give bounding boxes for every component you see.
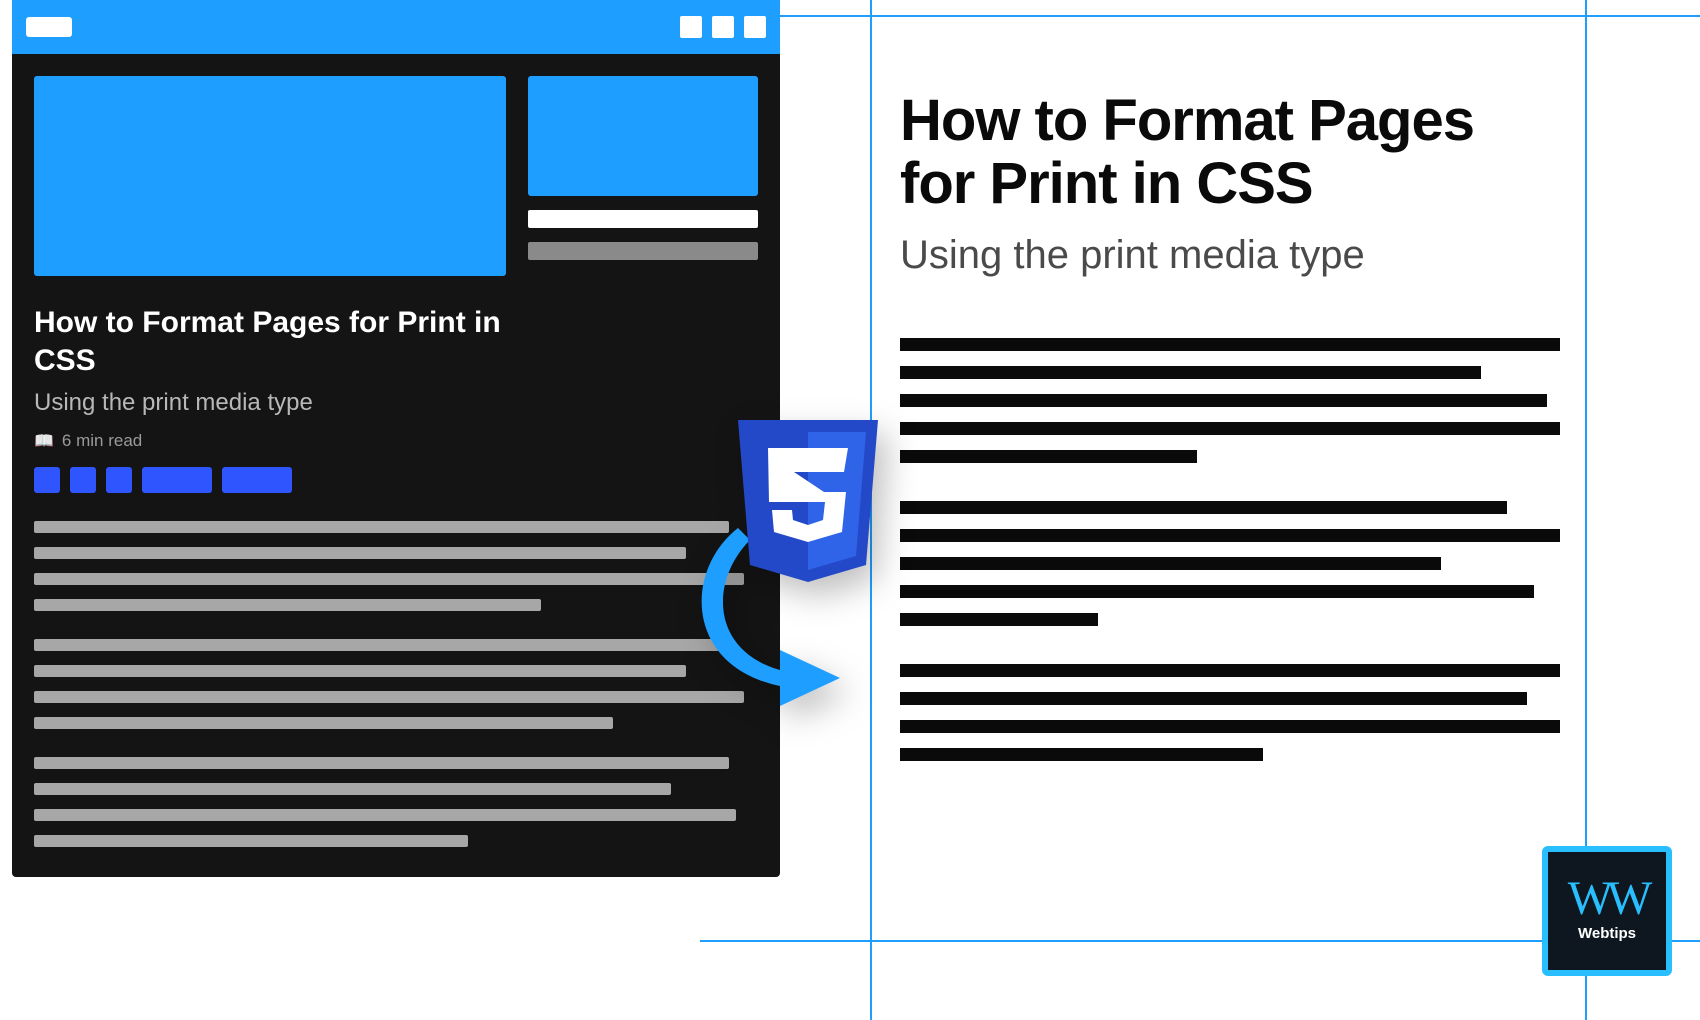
window-control-icon <box>680 16 702 38</box>
paragraph-placeholder <box>34 639 758 729</box>
sidebar-line-placeholder <box>528 210 758 228</box>
article-subtitle: Using the print media type <box>34 389 758 417</box>
window-controls <box>680 16 766 38</box>
guide-line <box>700 15 1700 17</box>
logo-label: Webtips <box>1578 925 1636 942</box>
logo-mark: WW <box>1568 880 1647 918</box>
print-paragraph-placeholder <box>900 664 1560 761</box>
sidebar-thumb-placeholder <box>528 76 758 196</box>
paragraph-placeholder <box>34 521 758 611</box>
article-title: How to Format Pages for Print in CSS <box>34 304 534 379</box>
tag-row <box>34 467 758 493</box>
print-paragraph-placeholder <box>900 501 1560 626</box>
print-paragraph-placeholder <box>900 338 1560 463</box>
hero-image-placeholder <box>34 76 506 276</box>
tag-placeholder <box>70 467 96 493</box>
sidebar-line-placeholder <box>528 242 758 260</box>
browser-window-mock: How to Format Pages for Print in CSS Usi… <box>12 0 780 877</box>
window-control-icon <box>744 16 766 38</box>
url-placeholder <box>26 17 72 37</box>
paragraph-placeholder <box>34 757 758 847</box>
print-subtitle: Using the print media type <box>900 233 1560 278</box>
webtips-logo: WW Webtips <box>1542 846 1672 976</box>
book-icon: 📖 <box>34 431 54 451</box>
print-preview-page: How to Format Pages for Print in CSS Usi… <box>900 90 1560 799</box>
read-time-badge: 📖 6 min read <box>34 431 758 451</box>
browser-titlebar <box>12 0 780 54</box>
print-title: How to Format Pages for Print in CSS <box>900 90 1560 215</box>
window-control-icon <box>712 16 734 38</box>
tag-placeholder <box>142 467 212 493</box>
css3-transform-icon <box>690 420 890 720</box>
read-time-label: 6 min read <box>62 431 142 451</box>
tag-placeholder <box>34 467 60 493</box>
tag-placeholder <box>222 467 292 493</box>
tag-placeholder <box>106 467 132 493</box>
